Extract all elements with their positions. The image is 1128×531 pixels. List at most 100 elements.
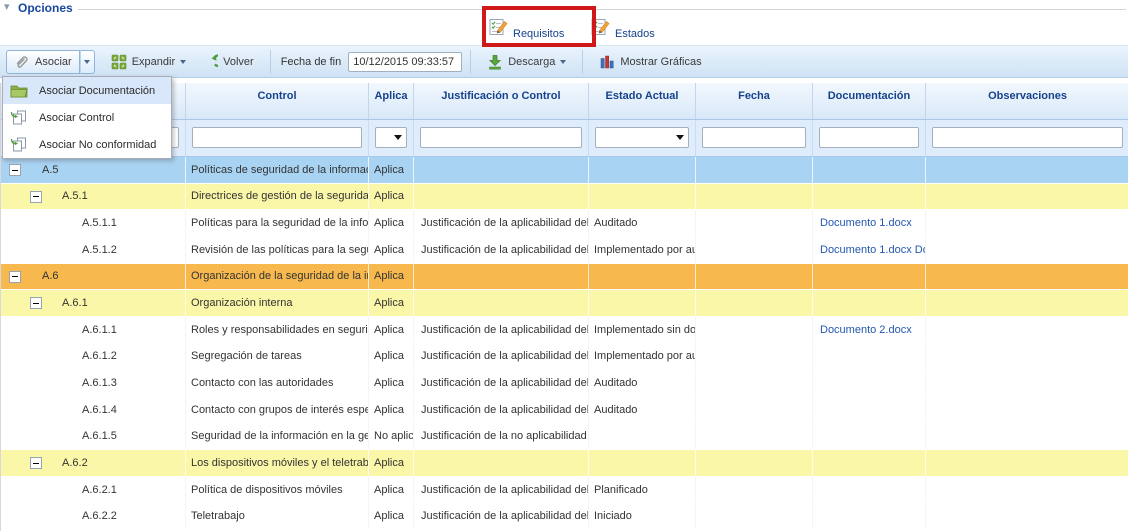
row-code: A.6.1 bbox=[62, 290, 88, 316]
table-row[interactable]: A.5.1.1Políticas para la seguridad de la… bbox=[1, 210, 1128, 237]
mostrar-graficas-button[interactable]: Mostrar Gráficas bbox=[591, 50, 709, 74]
estado-filter-select[interactable] bbox=[595, 127, 689, 148]
expandir-label: Expandir bbox=[132, 56, 175, 68]
table-row[interactable]: A.6.1Organización internaAplica bbox=[1, 290, 1128, 317]
aplica-cell: Aplica bbox=[369, 343, 414, 369]
collapse-toggle-icon[interactable] bbox=[30, 297, 42, 309]
mostrar-graficas-label: Mostrar Gráficas bbox=[620, 56, 701, 68]
tree-cell: A.6.1.4 bbox=[1, 397, 186, 423]
observaciones-cell bbox=[926, 264, 1128, 290]
fecha-cell bbox=[696, 423, 813, 449]
control-filter-input[interactable] bbox=[192, 127, 362, 148]
table-row[interactable]: A.6.1.2Segregación de tareasAplicaJustif… bbox=[1, 343, 1128, 370]
aplica-filter-select[interactable] bbox=[375, 127, 407, 148]
observaciones-filter-input[interactable] bbox=[932, 127, 1123, 148]
tree-cell: A.5 bbox=[1, 157, 186, 183]
table-row[interactable]: A.6.2.2TeletrabajoAplicaJustificación de… bbox=[1, 503, 1128, 530]
document-link[interactable]: Documento 1.docx Do bbox=[820, 244, 926, 256]
menu-item-asociar-no-conformidad[interactable]: Asociar No conformidad bbox=[3, 131, 171, 158]
menu-item-asociar-documentacion[interactable]: Asociar Documentación bbox=[3, 77, 171, 104]
control-cell: Contacto con grupos de interés especial bbox=[186, 397, 369, 423]
table-row[interactable]: A.5.1Directrices de gestión de la seguri… bbox=[1, 184, 1128, 211]
documentacion-cell bbox=[813, 290, 926, 316]
fecha-cell bbox=[696, 397, 813, 423]
control-cell: Organización interna bbox=[186, 290, 369, 316]
fecha-cell bbox=[696, 503, 813, 529]
table-row[interactable]: A.6.1.3Contacto con las autoridadesAplic… bbox=[1, 370, 1128, 397]
estado-cell: Auditado bbox=[589, 210, 696, 236]
control-cell: Políticas para la seguridad de la inform… bbox=[186, 210, 369, 236]
document-link[interactable]: Documento 2.docx bbox=[820, 324, 912, 336]
collapse-toggle-icon[interactable] bbox=[30, 191, 42, 203]
table-row[interactable]: A.6.1.1Roles y responsabilidades en segu… bbox=[1, 317, 1128, 344]
edit-form-icon bbox=[489, 17, 509, 37]
fecha-filter-input[interactable] bbox=[702, 127, 806, 148]
justificacion-cell: Justificación de la aplicabilidad del bbox=[414, 237, 589, 263]
aplica-cell: No aplica bbox=[369, 423, 414, 449]
row-code: A.6.1.5 bbox=[82, 423, 117, 449]
asociar-button[interactable]: Asociar bbox=[6, 50, 80, 74]
control-cell: Políticas de seguridad de la información bbox=[186, 157, 369, 183]
table-row[interactable]: A.6.2Los dispositivos móviles y el telet… bbox=[1, 450, 1128, 477]
collapse-toggle-icon[interactable] bbox=[9, 164, 21, 176]
table-row[interactable]: A.5Políticas de seguridad de la informac… bbox=[1, 157, 1128, 184]
documentacion-cell bbox=[813, 343, 926, 369]
table-row[interactable]: A.6Organización de la seguridad de la in… bbox=[1, 264, 1128, 291]
column-header-control[interactable]: Control bbox=[186, 83, 369, 119]
volver-button[interactable]: Volver bbox=[194, 50, 262, 74]
requisitos-label: Requisitos bbox=[513, 28, 564, 40]
asociar-dropdown-button[interactable] bbox=[80, 50, 95, 74]
filter-cell-documentacion bbox=[813, 120, 926, 156]
menu-item-asociar-control[interactable]: Asociar Control bbox=[3, 104, 171, 131]
descarga-button[interactable]: Descarga bbox=[479, 50, 574, 74]
table-row[interactable]: A.6.2.1Política de dispositivos móvilesA… bbox=[1, 477, 1128, 504]
collapse-toggle-icon[interactable] bbox=[30, 457, 42, 469]
paperclip-icon bbox=[14, 54, 30, 70]
table-row[interactable]: A.6.1.5Seguridad de la información en la… bbox=[1, 423, 1128, 450]
estado-cell bbox=[589, 157, 696, 183]
column-header-observaciones[interactable]: Observaciones bbox=[926, 83, 1128, 119]
table-row[interactable]: A.5.1.2Revisión de las políticas para la… bbox=[1, 237, 1128, 264]
collapse-toggle-icon[interactable] bbox=[9, 271, 21, 283]
justificacion-cell: Justificación de la aplicabilidad del bbox=[414, 397, 589, 423]
row-code: A.6.2.2 bbox=[82, 503, 117, 529]
table-row[interactable]: A.6.1.4Contacto con grupos de interés es… bbox=[1, 397, 1128, 424]
justificacion-cell: Justificación de la aplicabilidad del bbox=[414, 477, 589, 503]
row-code: A.6.1.3 bbox=[82, 370, 117, 396]
fecha-cell bbox=[696, 343, 813, 369]
column-header-estado-actual[interactable]: Estado Actual bbox=[589, 83, 696, 119]
row-code: A.6.2.1 bbox=[82, 477, 117, 503]
folder-icon bbox=[10, 83, 29, 99]
descarga-label: Descarga bbox=[508, 56, 555, 68]
document-link[interactable]: Documento 1.docx bbox=[820, 217, 912, 229]
estado-cell: Planificado bbox=[589, 477, 696, 503]
documentacion-filter-input[interactable] bbox=[819, 127, 919, 148]
aplica-cell: Aplica bbox=[369, 370, 414, 396]
column-header-fecha[interactable]: Fecha bbox=[696, 83, 813, 119]
fecha-fin-input[interactable] bbox=[348, 52, 462, 72]
collapse-panel-icon[interactable]: ▾ bbox=[4, 0, 10, 13]
column-header-justificacion[interactable]: Justificación o Control bbox=[414, 83, 589, 119]
tree-cell: A.5.1 bbox=[1, 184, 186, 210]
row-code: A.5.1 bbox=[62, 184, 88, 210]
documentacion-cell bbox=[813, 477, 926, 503]
justificacion-filter-input[interactable] bbox=[420, 127, 582, 148]
justificacion-cell bbox=[414, 450, 589, 476]
aplica-cell: Aplica bbox=[369, 397, 414, 423]
menu-item-label: Asociar No conformidad bbox=[39, 139, 156, 151]
requisitos-button[interactable]: Requisitos bbox=[489, 12, 564, 42]
toolbar: Asociar Expandir Volver Fecha de fin Des… bbox=[0, 45, 1128, 78]
justificacion-cell bbox=[414, 264, 589, 290]
filter-cell-aplica bbox=[369, 120, 414, 156]
observaciones-cell bbox=[926, 184, 1128, 210]
chevron-down-icon bbox=[180, 60, 186, 64]
justificacion-cell: Justificación de la aplicabilidad del bbox=[414, 503, 589, 529]
fecha-cell bbox=[696, 210, 813, 236]
estado-cell bbox=[589, 450, 696, 476]
expandir-button[interactable]: Expandir bbox=[103, 50, 194, 74]
column-header-documentacion[interactable]: Documentación bbox=[813, 83, 926, 119]
column-header-aplica[interactable]: Aplica bbox=[369, 83, 414, 119]
estados-button[interactable]: Estados bbox=[591, 12, 655, 42]
justificacion-cell: Justificación de la no aplicabilidad bbox=[414, 423, 589, 449]
tree-cell: A.6.2.1 bbox=[1, 477, 186, 503]
